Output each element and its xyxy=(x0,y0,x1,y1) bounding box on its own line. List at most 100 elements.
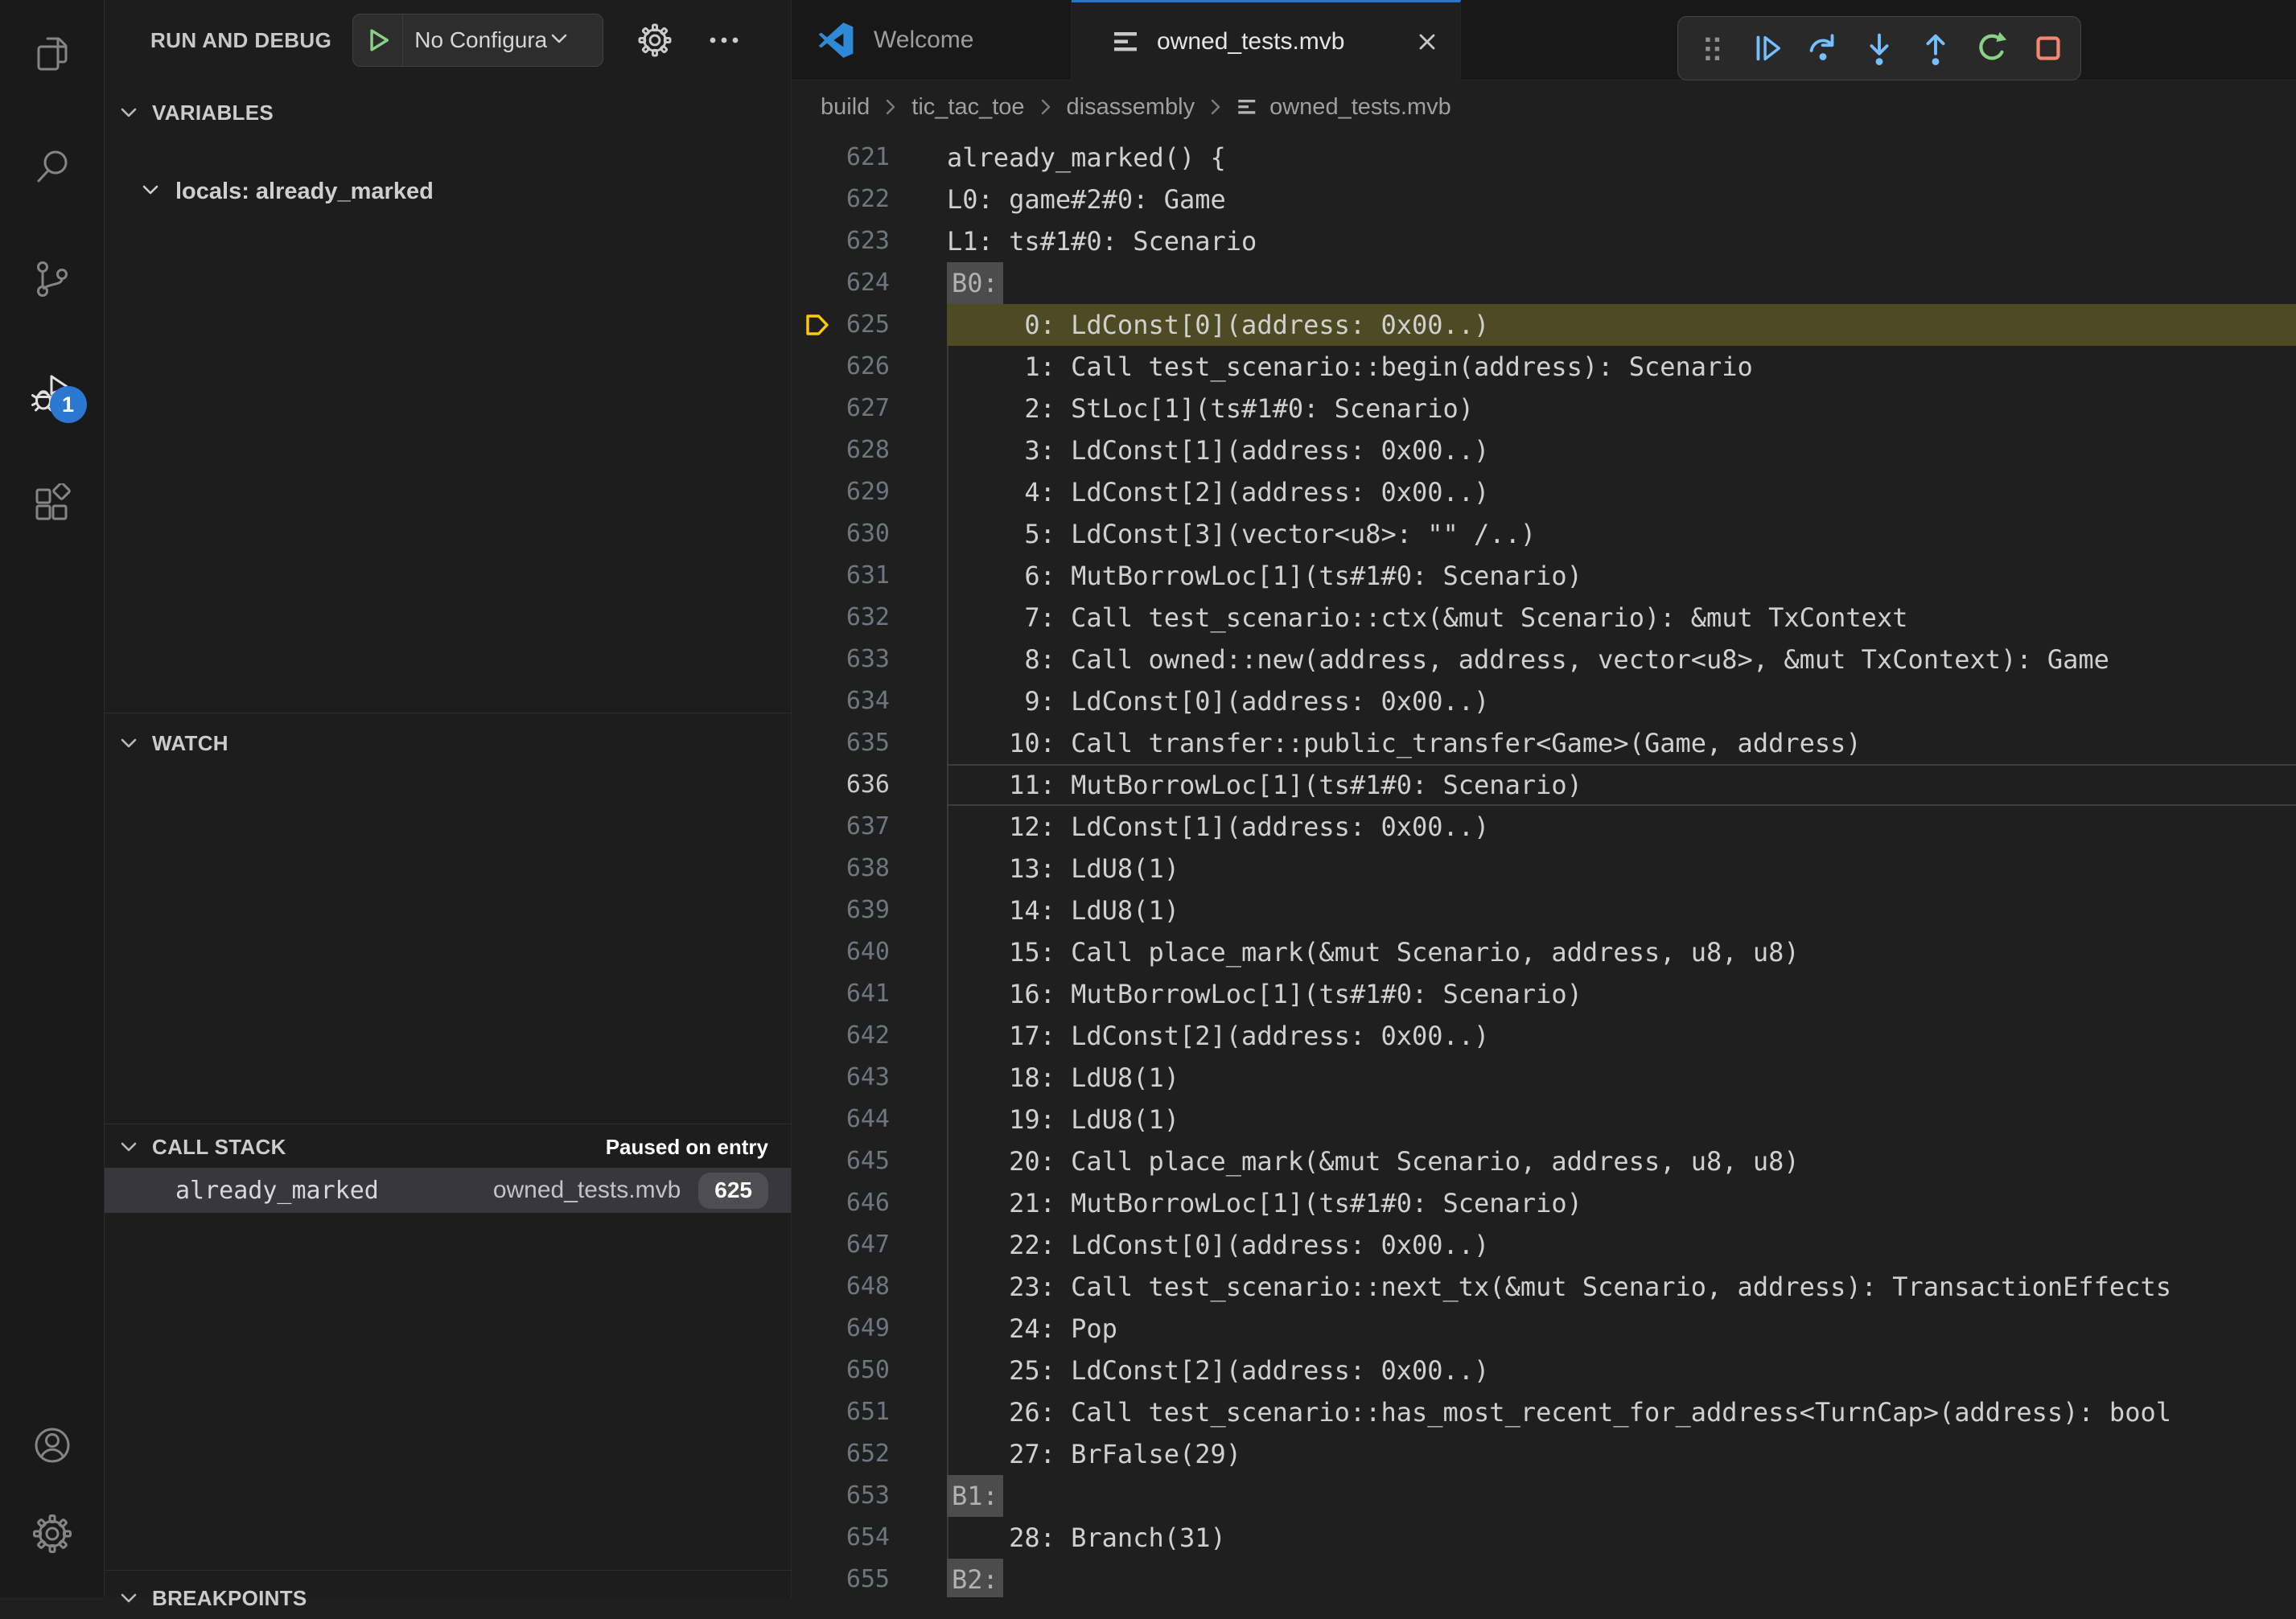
code-line-625[interactable]: 625 0: LdConst[0](address: 0x00..) xyxy=(792,304,2296,346)
line-number-655[interactable]: 655 xyxy=(792,1559,947,1597)
tab-welcome[interactable]: Welcome xyxy=(792,0,1072,80)
line-number-629[interactable]: 629 xyxy=(792,471,947,513)
call-stack-frame[interactable]: already_marked owned_tests.mvb 625 xyxy=(105,1168,791,1213)
restart-button[interactable] xyxy=(1969,25,2014,72)
step-over-button[interactable] xyxy=(1800,25,1845,72)
code-line-640[interactable]: 640 15: Call place_mark(&mut Scenario, a… xyxy=(792,931,2296,973)
continue-button[interactable] xyxy=(1744,25,1789,72)
code-line-651[interactable]: 651 26: Call test_scenario::has_most_rec… xyxy=(792,1391,2296,1433)
code-line-638[interactable]: 638 13: LdU8(1) xyxy=(792,848,2296,890)
line-number-622[interactable]: 622 xyxy=(792,179,947,220)
code-line-648[interactable]: 648 23: Call test_scenario::next_tx(&mut… xyxy=(792,1266,2296,1308)
stop-button[interactable] xyxy=(2026,25,2071,72)
line-number-630[interactable]: 630 xyxy=(792,513,947,555)
debug-config-dropdown[interactable]: No Configura xyxy=(352,14,603,67)
line-number-632[interactable]: 632 xyxy=(792,597,947,639)
code-line-650[interactable]: 650 25: LdConst[2](address: 0x00..) xyxy=(792,1350,2296,1391)
line-number-638[interactable]: 638 xyxy=(792,848,947,890)
code-line-626[interactable]: 626 1: Call test_scenario::begin(address… xyxy=(792,346,2296,388)
variables-section-header[interactable]: VARIABLES xyxy=(105,80,791,129)
breadcrumb-item-tic_tac_toe[interactable]: tic_tac_toe xyxy=(911,94,1024,121)
code-line-633[interactable]: 633 8: Call owned::new(address, address,… xyxy=(792,639,2296,680)
step-into-button[interactable] xyxy=(1857,25,1902,72)
code-line-652[interactable]: 652 27: BrFalse(29) xyxy=(792,1433,2296,1475)
line-number-651[interactable]: 651 xyxy=(792,1391,947,1433)
line-number-625[interactable]: 625 xyxy=(792,304,947,346)
line-number-621[interactable]: 621 xyxy=(792,137,947,179)
drag-grip-handle[interactable] xyxy=(1688,25,1733,72)
line-number-641[interactable]: 641 xyxy=(792,973,947,1015)
line-number-639[interactable]: 639 xyxy=(792,890,947,931)
watch-section-header[interactable]: WATCH xyxy=(105,713,791,762)
line-number-633[interactable]: 633 xyxy=(792,639,947,680)
code-line-623[interactable]: 623L1: ts#1#0: Scenario xyxy=(792,220,2296,262)
line-number-631[interactable]: 631 xyxy=(792,555,947,597)
line-number-640[interactable]: 640 xyxy=(792,931,947,973)
line-number-653[interactable]: 653 xyxy=(792,1475,947,1517)
code-line-622[interactable]: 622L0: game#2#0: Game xyxy=(792,179,2296,220)
line-number-652[interactable]: 652 xyxy=(792,1433,947,1475)
line-number-627[interactable]: 627 xyxy=(792,388,947,429)
code-line-646[interactable]: 646 21: MutBorrowLoc[1](ts#1#0: Scenario… xyxy=(792,1182,2296,1224)
breadcrumb-item-disassembly[interactable]: disassembly xyxy=(1067,94,1195,121)
code-line-649[interactable]: 649 24: Pop xyxy=(792,1308,2296,1350)
line-number-647[interactable]: 647 xyxy=(792,1224,947,1266)
start-debug-button[interactable] xyxy=(353,14,403,66)
line-number-634[interactable]: 634 xyxy=(792,680,947,722)
code-line-635[interactable]: 635 10: Call transfer::public_transfer<G… xyxy=(792,722,2296,764)
code-line-631[interactable]: 631 6: MutBorrowLoc[1](ts#1#0: Scenario) xyxy=(792,555,2296,597)
code-line-644[interactable]: 644 19: LdU8(1) xyxy=(792,1099,2296,1140)
code-line-645[interactable]: 645 20: Call place_mark(&mut Scenario, a… xyxy=(792,1140,2296,1182)
code-line-624[interactable]: 624B0: xyxy=(792,262,2296,304)
variables-scope-locals[interactable]: locals: already_marked xyxy=(105,167,791,216)
run-and-debug-icon[interactable]: 1 xyxy=(27,367,77,417)
code-line-636[interactable]: 636 11: MutBorrowLoc[1](ts#1#0: Scenario… xyxy=(792,764,2296,806)
line-number-644[interactable]: 644 xyxy=(792,1099,947,1140)
code-line-628[interactable]: 628 3: LdConst[1](address: 0x00..) xyxy=(792,429,2296,471)
code-editor[interactable]: 621already_marked() {622L0: game#2#0: Ga… xyxy=(792,134,2296,1597)
breakpoints-section-header[interactable]: BREAKPOINTS xyxy=(105,1571,791,1619)
search-icon[interactable] xyxy=(27,142,77,191)
code-line-647[interactable]: 647 22: LdConst[0](address: 0x00..) xyxy=(792,1224,2296,1266)
code-line-627[interactable]: 627 2: StLoc[1](ts#1#0: Scenario) xyxy=(792,388,2296,429)
tab-owned-tests-mvb[interactable]: owned_tests.mvb xyxy=(1072,0,1461,80)
line-number-654[interactable]: 654 xyxy=(792,1517,947,1559)
source-control-icon[interactable] xyxy=(27,254,77,304)
line-number-642[interactable]: 642 xyxy=(792,1015,947,1057)
line-number-635[interactable]: 635 xyxy=(792,722,947,764)
line-number-628[interactable]: 628 xyxy=(792,429,947,471)
call-stack-section-header[interactable]: CALL STACK Paused on entry xyxy=(105,1124,791,1161)
accounts-icon[interactable] xyxy=(27,1420,77,1470)
breadcrumb-item-owned_tests.mvb[interactable]: owned_tests.mvb xyxy=(1269,94,1451,121)
debug-settings-gear-icon[interactable] xyxy=(637,23,673,58)
code-line-642[interactable]: 642 17: LdConst[2](address: 0x00..) xyxy=(792,1015,2296,1057)
code-line-629[interactable]: 629 4: LdConst[2](address: 0x00..) xyxy=(792,471,2296,513)
line-number-623[interactable]: 623 xyxy=(792,220,947,262)
manage-icon[interactable] xyxy=(27,1509,77,1559)
line-number-636[interactable]: 636 xyxy=(792,764,947,806)
explorer-icon[interactable] xyxy=(27,29,77,79)
code-line-639[interactable]: 639 14: LdU8(1) xyxy=(792,890,2296,931)
code-line-637[interactable]: 637 12: LdConst[1](address: 0x00..) xyxy=(792,806,2296,848)
line-number-646[interactable]: 646 xyxy=(792,1182,947,1224)
breadcrumb-item-build[interactable]: build xyxy=(821,94,870,121)
extensions-icon[interactable] xyxy=(27,479,77,529)
line-number-643[interactable]: 643 xyxy=(792,1057,947,1099)
line-number-645[interactable]: 645 xyxy=(792,1140,947,1182)
code-line-630[interactable]: 630 5: LdConst[3](vector<u8>: "" /..) xyxy=(792,513,2296,555)
line-number-637[interactable]: 637 xyxy=(792,806,947,848)
code-line-621[interactable]: 621already_marked() { xyxy=(792,137,2296,179)
code-line-654[interactable]: 654 28: Branch(31) xyxy=(792,1517,2296,1559)
line-number-626[interactable]: 626 xyxy=(792,346,947,388)
code-line-634[interactable]: 634 9: LdConst[0](address: 0x00..) xyxy=(792,680,2296,722)
close-tab-icon[interactable] xyxy=(1415,30,1439,54)
code-line-641[interactable]: 641 16: MutBorrowLoc[1](ts#1#0: Scenario… xyxy=(792,973,2296,1015)
code-line-643[interactable]: 643 18: LdU8(1) xyxy=(792,1057,2296,1099)
line-number-650[interactable]: 650 xyxy=(792,1350,947,1391)
more-actions-icon[interactable] xyxy=(706,23,742,58)
line-number-624[interactable]: 624 xyxy=(792,262,947,304)
line-number-648[interactable]: 648 xyxy=(792,1266,947,1308)
code-line-632[interactable]: 632 7: Call test_scenario::ctx(&mut Scen… xyxy=(792,597,2296,639)
code-line-655[interactable]: 655B2: xyxy=(792,1559,2296,1597)
code-line-653[interactable]: 653B1: xyxy=(792,1475,2296,1517)
